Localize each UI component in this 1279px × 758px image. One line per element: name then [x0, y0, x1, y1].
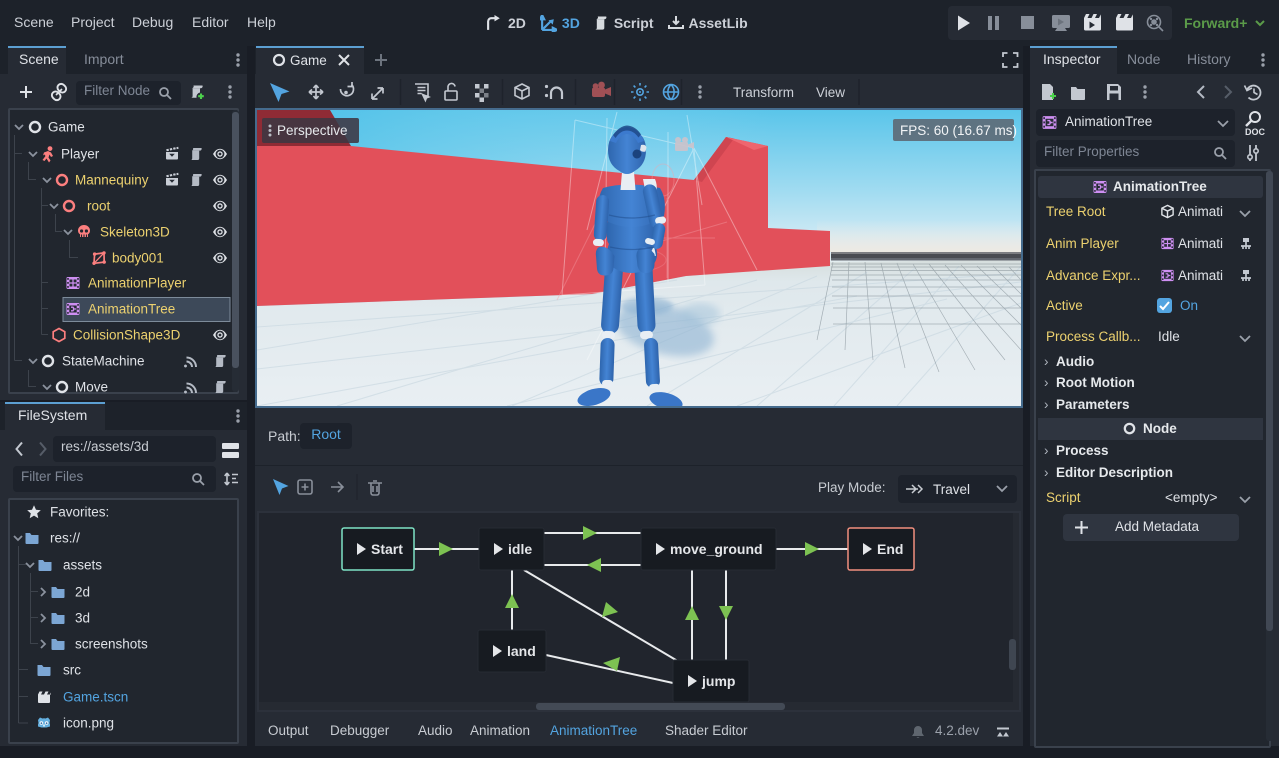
- svg-text:icon.png: icon.png: [63, 716, 114, 731]
- svg-text:AnimationTree: AnimationTree: [88, 302, 175, 317]
- svg-text:Mannequiny: Mannequiny: [75, 173, 149, 188]
- svg-text:Game: Game: [290, 53, 327, 68]
- svg-text:Game.tscn: Game.tscn: [63, 690, 128, 705]
- svg-text:Game: Game: [48, 120, 85, 135]
- svg-text:Favorites:: Favorites:: [50, 505, 109, 520]
- svg-text:Travel: Travel: [933, 482, 970, 497]
- svg-text:Play Mode:: Play Mode:: [818, 480, 886, 495]
- svg-text:StateMachine: StateMachine: [62, 354, 145, 369]
- svg-text:DOC: DOC: [1245, 127, 1265, 136]
- svg-text:jump: jump: [701, 673, 735, 689]
- svg-text:View: View: [816, 85, 845, 100]
- svg-text:AnimationPlayer: AnimationPlayer: [88, 276, 187, 291]
- svg-text:Move: Move: [75, 380, 108, 395]
- svg-text:Transform: Transform: [733, 85, 794, 100]
- svg-text:screenshots: screenshots: [75, 637, 148, 652]
- svg-text:Skeleton3D: Skeleton3D: [100, 225, 170, 240]
- svg-text:root: root: [87, 199, 111, 214]
- svg-text:End: End: [877, 541, 903, 557]
- svg-text:FPS: 60 (16.67 ms): FPS: 60 (16.67 ms): [900, 123, 1017, 138]
- svg-text:assets: assets: [63, 558, 102, 573]
- svg-text:2d: 2d: [75, 585, 90, 600]
- svg-text:src: src: [63, 663, 81, 678]
- svg-text:CollisionShape3D: CollisionShape3D: [73, 328, 181, 343]
- svg-text:res://: res://: [50, 531, 80, 546]
- svg-text:move_ground: move_ground: [670, 541, 763, 557]
- svg-text:idle: idle: [508, 541, 532, 557]
- svg-text:Player: Player: [61, 147, 100, 162]
- svg-text:Perspective: Perspective: [277, 123, 348, 138]
- svg-text:land: land: [507, 643, 536, 659]
- svg-text:Start: Start: [371, 541, 403, 557]
- svg-text:body001: body001: [112, 251, 164, 266]
- svg-text:3d: 3d: [75, 611, 90, 626]
